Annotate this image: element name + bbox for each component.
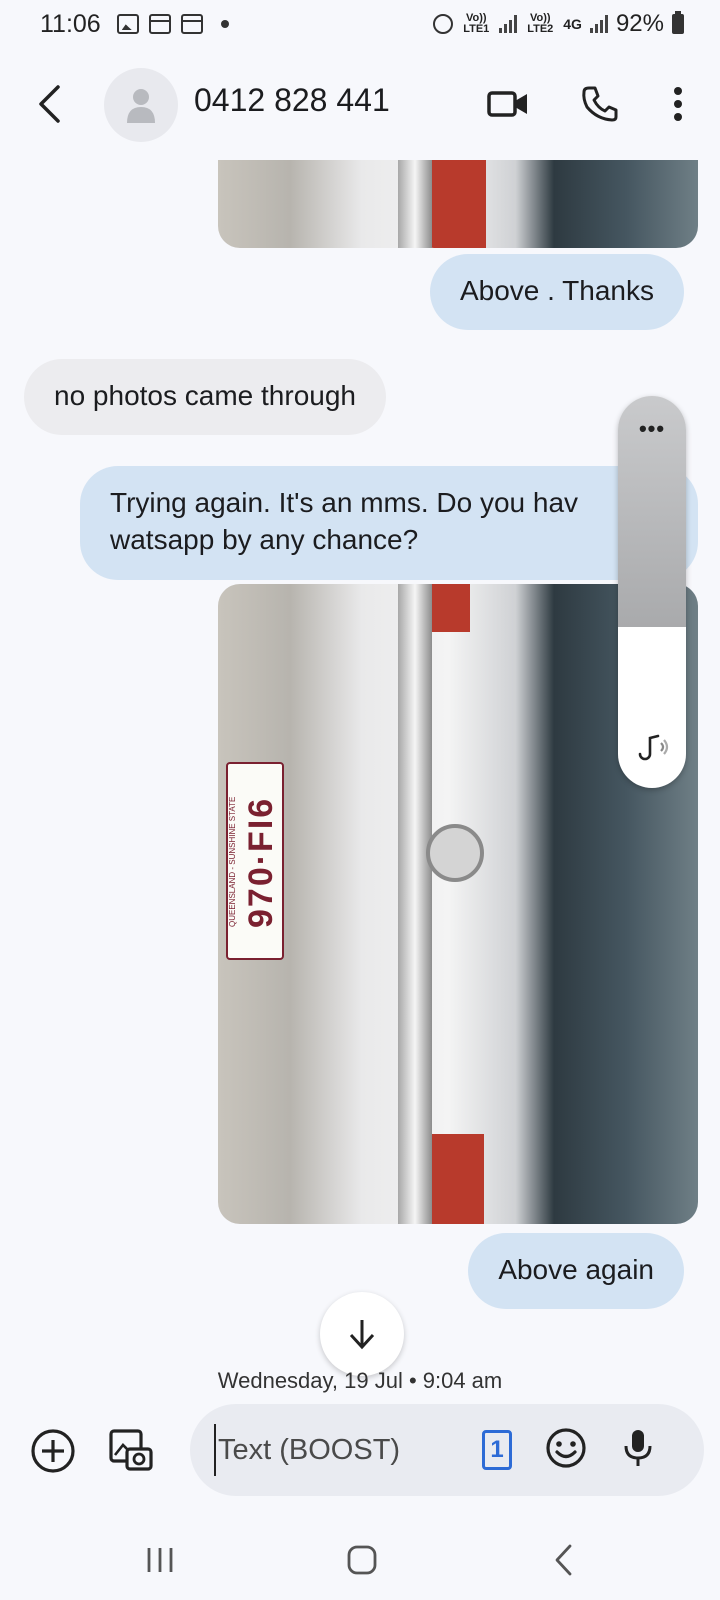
- recent-apps-icon[interactable]: [130, 1540, 190, 1580]
- system-navigation-bar: [0, 1520, 720, 1600]
- message-text: Above . Thanks: [459, 275, 654, 306]
- car-badge-logo: [426, 824, 484, 882]
- home-icon[interactable]: [332, 1540, 392, 1580]
- image-message-1[interactable]: [218, 160, 698, 248]
- volume-slider-panel[interactable]: •••: [618, 396, 686, 788]
- scroll-to-bottom-button[interactable]: [320, 1292, 404, 1376]
- message-input[interactable]: [214, 1424, 464, 1476]
- status-bar: 11:06 Vo)) LTE1 Vo)) LTE2 4G 92%: [0, 0, 720, 48]
- message-composer: 1: [0, 1402, 720, 1502]
- avatar[interactable]: [104, 68, 178, 142]
- calendar-notification-icon-2: [180, 14, 203, 34]
- plate-number-text: 970·FI6: [242, 796, 280, 928]
- more-notifications-dot: [220, 20, 229, 28]
- message-bubble-outgoing[interactable]: Above . Thanks: [429, 254, 684, 330]
- signal-bars-sim2-icon: [589, 15, 608, 33]
- status-time: 11:06: [40, 9, 101, 38]
- back-arrow-icon[interactable]: [36, 82, 70, 126]
- avatar-icon: [127, 89, 155, 123]
- system-back-icon[interactable]: [534, 1540, 594, 1580]
- message-bubble-incoming[interactable]: no photos came through: [24, 359, 386, 435]
- gallery-notification-icon: [116, 14, 139, 34]
- sim-selector-badge[interactable]: 1: [482, 1430, 512, 1470]
- microphone-icon[interactable]: [616, 1426, 660, 1470]
- phone-icon[interactable]: [578, 82, 622, 126]
- conversation-header: 0412 828 441: [0, 60, 720, 148]
- message-text-line1: Trying again. It's an mms. Do you hav: [110, 487, 579, 518]
- more-vert-icon[interactable]: [656, 82, 700, 126]
- volume-more-options-icon[interactable]: •••: [618, 416, 686, 442]
- plate-state-text: QUEENSLAND - SUNSHINE STATE: [228, 796, 237, 928]
- signal-bars-sim1-icon: [499, 15, 518, 33]
- message-text: no photos came through: [54, 380, 356, 411]
- video-call-icon[interactable]: [486, 82, 530, 126]
- sim1-label: Vo)) LTE1: [463, 12, 490, 35]
- sim2-label: Vo)) LTE2: [527, 12, 554, 35]
- calendar-notification-icon: [148, 14, 171, 34]
- network-type: 4G: [563, 15, 582, 32]
- message-timestamp: Wednesday, 19 Jul • 9:04 am: [217, 1368, 503, 1393]
- message-text-box[interactable]: 1: [190, 1404, 704, 1496]
- message-text-line2: watsapp by any chance?: [110, 524, 419, 555]
- message-bubble-outgoing[interactable]: Trying again. It's an mms. Do you hav wa…: [80, 466, 698, 580]
- gallery-camera-icon[interactable]: [106, 1426, 156, 1476]
- contact-name[interactable]: 0412 828 441: [194, 82, 390, 119]
- arrow-down-icon: [349, 1320, 375, 1350]
- add-attachment-icon[interactable]: [28, 1426, 78, 1476]
- media-volume-icon[interactable]: [636, 730, 670, 764]
- license-plate: QUEENSLAND - SUNSHINE STATE 970·FI6: [226, 762, 284, 960]
- battery-icon: [672, 11, 684, 34]
- alarm-icon: [433, 14, 454, 34]
- message-bubble-outgoing[interactable]: Above again: [468, 1233, 684, 1309]
- message-text: Above again: [498, 1254, 654, 1285]
- battery-percent: 92%: [615, 10, 664, 37]
- emoji-icon[interactable]: [544, 1426, 588, 1470]
